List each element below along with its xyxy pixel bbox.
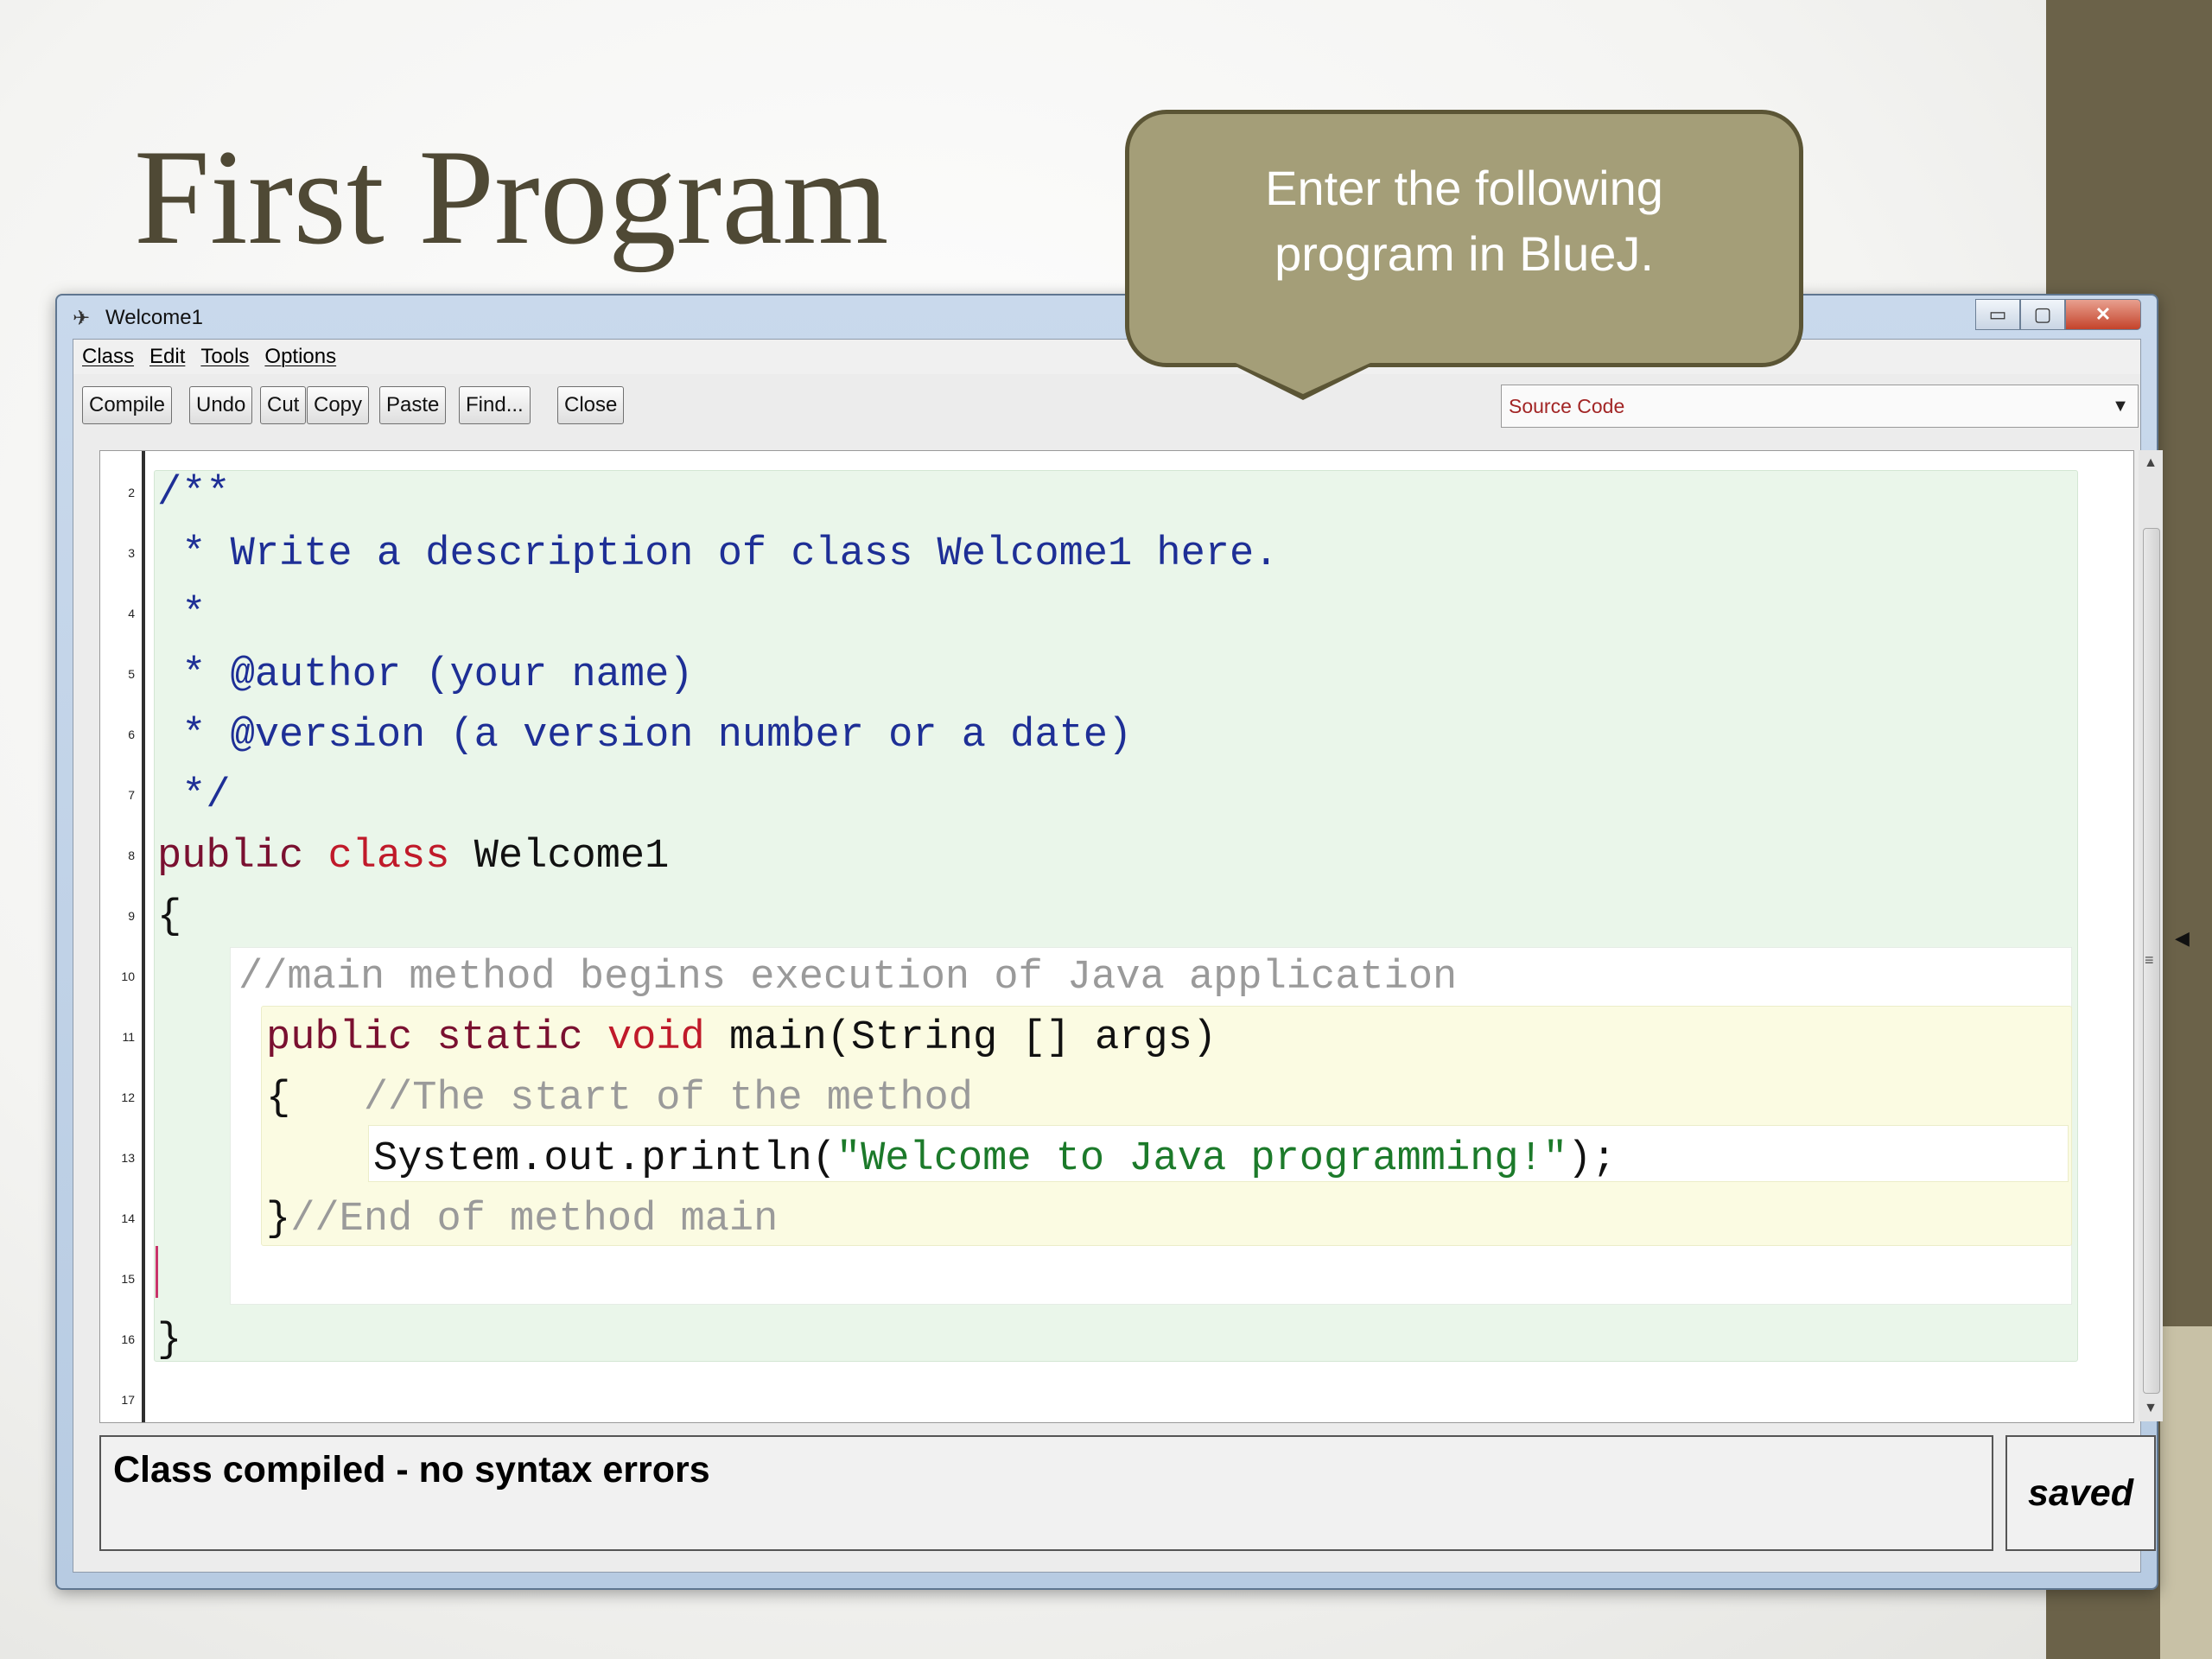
menu-bar: Class Edit Tools Options bbox=[73, 340, 2140, 374]
bluej-bird-icon: ✈ bbox=[73, 307, 91, 330]
toolbar: Compile Undo Cut Copy Paste Find... Clos… bbox=[73, 374, 2140, 433]
code-line-10: //main method begins execution of Java a… bbox=[238, 955, 1458, 1001]
class-name: Welcome1 bbox=[474, 834, 670, 880]
saved-indicator: saved bbox=[2005, 1435, 2156, 1551]
keyword-static: static bbox=[436, 1015, 583, 1061]
line-number-gutter: 2 3 4 5 6 7 8 9 10 11 12 13 14 15 16 17 bbox=[100, 451, 145, 1422]
line-number: 15 bbox=[121, 1272, 135, 1286]
close-icon[interactable]: ✕ bbox=[2065, 299, 2141, 330]
println-call: System.out.println( bbox=[373, 1136, 836, 1182]
code-line-13: System.out.println("Welcome to Java prog… bbox=[373, 1139, 1616, 1179]
code-line-3: * Write a description of class Welcome1 … bbox=[157, 531, 1279, 577]
status-message: Class compiled - no syntax errors bbox=[113, 1449, 710, 1491]
keyword-class: class bbox=[327, 834, 450, 880]
code-line-5: * @author (your name) bbox=[157, 652, 694, 698]
line-number: 10 bbox=[121, 969, 135, 983]
line-number: 13 bbox=[121, 1151, 135, 1165]
find-button[interactable]: Find... bbox=[459, 386, 531, 424]
line-number: 17 bbox=[121, 1393, 135, 1407]
paste-button[interactable]: Paste bbox=[379, 386, 447, 424]
inline-comment: //The start of the method bbox=[363, 1076, 973, 1122]
callout-tail-fill bbox=[1224, 358, 1382, 394]
code-line-6: * @version (a version number or a date) bbox=[157, 713, 1133, 759]
code-line-12: { //The start of the method bbox=[266, 1078, 973, 1119]
code-line-11: public static void main(String [] args) bbox=[266, 1018, 1217, 1058]
open-brace: { bbox=[266, 1076, 291, 1122]
callout-line-2: program in BlueJ. bbox=[1274, 226, 1654, 281]
line-number: 4 bbox=[128, 607, 135, 620]
close-button[interactable]: Close bbox=[557, 386, 625, 424]
line-number: 5 bbox=[128, 667, 135, 681]
keyword-public: public bbox=[157, 834, 304, 880]
window-body: Class Edit Tools Options Compile Undo Cu… bbox=[73, 339, 2190, 1573]
end-comment: //End of method main bbox=[290, 1197, 779, 1243]
keyword-void: void bbox=[607, 1015, 705, 1061]
slide-side-accent bbox=[2160, 1326, 2212, 1659]
undo-button[interactable]: Undo bbox=[189, 386, 253, 424]
callout-text: Enter the following program in BlueJ. bbox=[1197, 156, 1732, 286]
cut-button[interactable]: Cut bbox=[260, 386, 307, 424]
code-line-7: */ bbox=[157, 773, 231, 819]
code-line-16: } bbox=[157, 1318, 182, 1363]
text-cursor bbox=[156, 1246, 158, 1298]
code-line-2: /** bbox=[157, 471, 231, 517]
vertical-scrollbar[interactable]: ▲ ≡ ▼ bbox=[2139, 450, 2163, 1421]
line-number: 8 bbox=[128, 849, 135, 862]
scroll-down-icon[interactable]: ▼ bbox=[2139, 1401, 2163, 1416]
line-number: 6 bbox=[128, 728, 135, 741]
statement-end: ); bbox=[1567, 1136, 1617, 1182]
scroll-up-icon[interactable]: ▲ bbox=[2139, 455, 2163, 471]
minimize-icon[interactable]: ▭ bbox=[1975, 299, 2020, 330]
menu-edit[interactable]: Edit bbox=[149, 345, 185, 369]
method-signature: main(String [] args) bbox=[728, 1015, 1217, 1061]
line-number: 14 bbox=[121, 1211, 135, 1225]
line-number: 2 bbox=[128, 486, 135, 499]
slide-title: First Program bbox=[134, 122, 889, 273]
code-editor[interactable]: 2 3 4 5 6 7 8 9 10 11 12 13 14 15 16 17 bbox=[99, 450, 2134, 1423]
line-number: 12 bbox=[121, 1090, 135, 1104]
panel-collapse-icon[interactable]: ◀ bbox=[2175, 927, 2190, 950]
code-line-14: }//End of method main bbox=[266, 1199, 778, 1240]
maximize-icon[interactable]: ▢ bbox=[2020, 299, 2065, 330]
copy-button[interactable]: Copy bbox=[307, 386, 370, 424]
string-literal: "Welcome to Java programming!" bbox=[836, 1136, 1568, 1182]
window-controls: ▭ ▢ ✕ bbox=[1975, 299, 2141, 330]
line-number: 9 bbox=[128, 909, 135, 923]
bluej-editor-window: ✈ Welcome1 ▭ ▢ ✕ Class Edit Tools Option… bbox=[55, 294, 2190, 1590]
view-selector[interactable]: Source Code ▼ bbox=[1501, 385, 2139, 428]
line-number: 7 bbox=[128, 788, 135, 802]
callout-line-1: Enter the following bbox=[1265, 161, 1663, 216]
close-brace: } bbox=[266, 1197, 291, 1243]
view-selector-value: Source Code bbox=[1509, 394, 1625, 417]
compile-button[interactable]: Compile bbox=[82, 386, 173, 424]
code-line-4: * bbox=[157, 592, 207, 638]
keyword-public: public bbox=[266, 1015, 413, 1061]
chevron-down-icon: ▼ bbox=[2112, 396, 2129, 416]
line-number: 16 bbox=[121, 1332, 135, 1346]
window-titlebar[interactable]: ✈ Welcome1 ▭ ▢ ✕ bbox=[57, 296, 2157, 339]
window-title: Welcome1 bbox=[105, 306, 203, 329]
menu-tools[interactable]: Tools bbox=[200, 345, 249, 369]
menu-class[interactable]: Class bbox=[82, 345, 134, 369]
grip-icon: ≡ bbox=[2145, 951, 2154, 969]
line-number: 11 bbox=[122, 1030, 135, 1044]
status-message-area: Class compiled - no syntax errors bbox=[99, 1435, 1993, 1551]
saved-label: saved bbox=[2028, 1471, 2133, 1514]
code-line-8: public class Welcome1 bbox=[157, 836, 669, 877]
code-line-9: { bbox=[157, 894, 182, 940]
instruction-callout: Enter the following program in BlueJ. bbox=[1125, 110, 1803, 367]
line-number: 3 bbox=[128, 546, 135, 560]
menu-options[interactable]: Options bbox=[264, 345, 336, 369]
